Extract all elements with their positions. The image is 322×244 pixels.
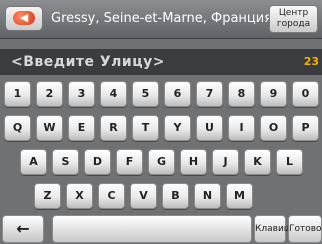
key-u[interactable]: U [196,115,223,141]
city-center-button[interactable]: Центр города [269,5,318,33]
key-1[interactable]: 1 [4,81,31,107]
space-key[interactable] [52,215,252,243]
backspace-key[interactable]: ← [2,215,44,243]
key-g[interactable]: G [148,149,175,175]
key-8[interactable]: 8 [228,81,255,107]
key-c[interactable]: C [98,183,125,209]
top-bar: ◀ Gressy, Seine-et-Marne, Франция Центр … [0,0,322,39]
key-l[interactable]: L [276,149,303,175]
key-0[interactable]: 0 [292,81,319,107]
back-button[interactable]: ◀ [5,6,43,31]
key-4[interactable]: 4 [100,81,127,107]
key-h[interactable]: H [180,149,207,175]
key-o[interactable]: O [260,115,287,141]
key-y[interactable]: Y [164,115,191,141]
city-center-label-line1: Центр [278,8,309,18]
key-v[interactable]: V [130,183,157,209]
key-m[interactable]: M [226,183,253,209]
key-2[interactable]: 2 [36,81,63,107]
key-w[interactable]: W [36,115,63,141]
key-x[interactable]: X [66,183,93,209]
result-count: 23 [303,55,319,68]
key-k[interactable]: K [244,149,271,175]
key-n[interactable]: N [194,183,221,209]
street-input-field[interactable]: <Введите Улицу> 23 [0,49,322,75]
key-6[interactable]: 6 [164,81,191,107]
key-9[interactable]: 9 [260,81,287,107]
key-z[interactable]: Z [34,183,61,209]
key-p[interactable]: P [292,115,319,141]
key-t[interactable]: T [132,115,159,141]
keys-button[interactable]: Клавиши [254,215,298,243]
key-7[interactable]: 7 [196,81,223,107]
key-e[interactable]: E [68,115,95,141]
city-center-label-line2: города [276,19,311,29]
done-button[interactable]: Готово [288,215,322,243]
on-screen-keyboard: ← Клавиши Готово 1234567890 QWERTYUIOP ASD… [0,79,322,244]
key-r[interactable]: R [100,115,127,141]
key-i[interactable]: I [228,115,255,141]
location-title: Gressy, Seine-et-Marne, Франция [51,11,271,26]
key-q[interactable]: Q [4,115,31,141]
street-input-placeholder: <Введите Улицу> [11,54,165,70]
arrow-left-icon: ◀ [13,11,35,25]
key-5[interactable]: 5 [132,81,159,107]
key-a[interactable]: A [20,149,47,175]
key-s[interactable]: S [52,149,79,175]
key-d[interactable]: D [84,149,111,175]
key-b[interactable]: B [162,183,189,209]
key-f[interactable]: F [116,149,143,175]
key-3[interactable]: 3 [68,81,95,107]
key-j[interactable]: J [212,149,239,175]
